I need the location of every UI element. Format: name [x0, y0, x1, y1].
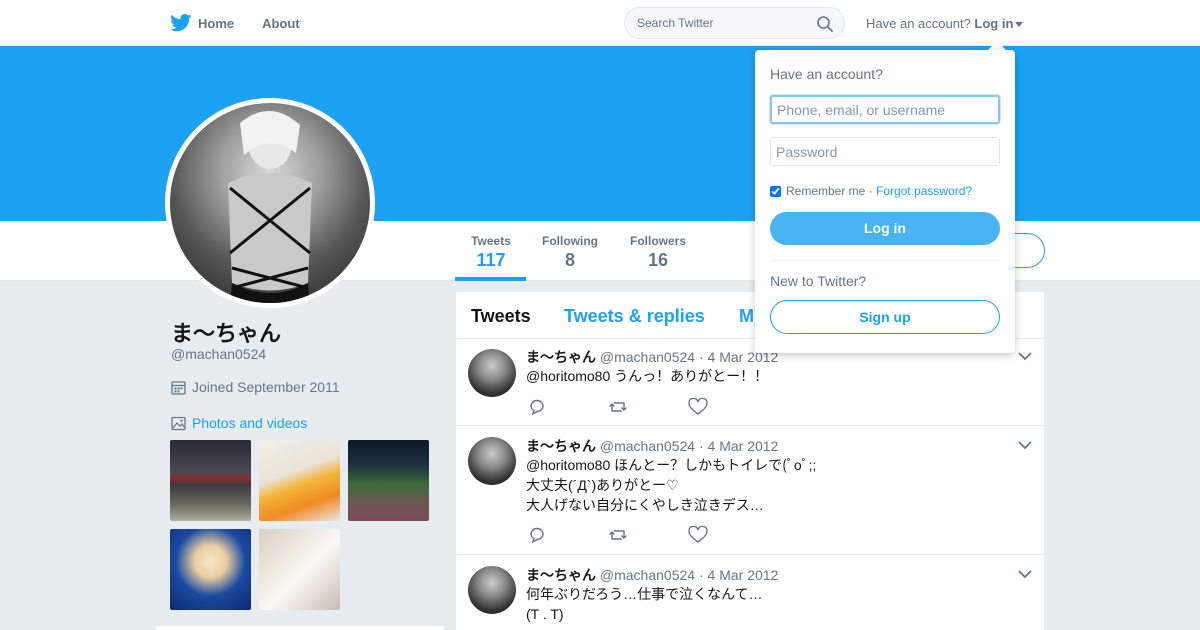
tweet-author-handle[interactable]: @machan0524: [600, 438, 695, 454]
like-icon[interactable]: [688, 526, 768, 544]
dropdown-divider: [770, 260, 1000, 261]
login-dropdown-title: Have an account?: [770, 66, 883, 82]
twitter-bird-icon[interactable]: [170, 14, 192, 32]
profile-name[interactable]: ま〜ちゃん: [171, 316, 281, 348]
photo-thumbnail[interactable]: [259, 529, 340, 610]
photo-thumbnail[interactable]: [170, 529, 251, 610]
login-dropdown-toggle[interactable]: Log in: [974, 16, 1024, 31]
profile-handle[interactable]: @machan0524: [171, 346, 266, 362]
account-prompt-text: Have an account?: [866, 16, 971, 31]
tweet-text: 何年ぶりだろう…仕事で泣くなんて… (T . T): [526, 586, 763, 622]
photo-thumbnail[interactable]: [259, 440, 340, 521]
chevron-down-icon[interactable]: [1018, 351, 1032, 361]
tweet-actions: [528, 398, 768, 416]
active-stat-indicator: [455, 277, 526, 281]
tweet-date[interactable]: 4 Mar 2012: [708, 567, 779, 583]
tab-tweets-and-replies[interactable]: Tweets & replies: [564, 306, 705, 327]
search-box[interactable]: [624, 7, 845, 39]
reply-icon[interactable]: [528, 398, 608, 416]
tweet-author-handle[interactable]: @machan0524: [600, 567, 695, 583]
tweet-header: ま〜ちゃん @machan0524 · 4 Mar 2012: [526, 436, 778, 456]
stat-value: 8: [564, 250, 575, 270]
tweet-avatar[interactable]: [468, 566, 516, 614]
tab-tweets[interactable]: Tweets: [471, 306, 531, 327]
tweet-date[interactable]: 4 Mar 2012: [708, 438, 779, 454]
search-icon[interactable]: [816, 15, 834, 33]
tweet-avatar[interactable]: [468, 437, 516, 485]
chevron-down-icon[interactable]: [1018, 569, 1032, 579]
top-navigation-bar: Home About Have an account? Log in: [0, 0, 1200, 46]
retweet-icon[interactable]: [608, 398, 688, 416]
tweet-avatar[interactable]: [468, 349, 516, 397]
account-prompt: Have an account? Log in: [866, 16, 1024, 31]
nav-home-link[interactable]: Home: [198, 16, 234, 31]
profile-photo: [170, 103, 370, 303]
tweet-text: @horitomo80 うんっ！ありがとー！！: [526, 368, 769, 384]
profile-avatar[interactable]: [165, 98, 375, 308]
joined-text: Joined September 2011: [192, 379, 340, 395]
tweet-actions: [528, 526, 768, 544]
stat-following[interactable]: Following 8: [541, 234, 599, 271]
caret-down-icon[interactable]: [1015, 22, 1024, 28]
nav-left: Home About: [170, 0, 328, 46]
search-input[interactable]: [637, 16, 807, 30]
tweet-header: ま〜ちゃん @machan0524 · 4 Mar 2012: [526, 565, 778, 585]
remember-me-label[interactable]: Remember me: [786, 184, 865, 198]
remember-me-checkbox[interactable]: [770, 185, 781, 197]
stat-tweets[interactable]: Tweets 117: [470, 234, 512, 271]
tweet-header: ま〜ちゃん @machan0524 · 4 Mar 2012: [526, 347, 778, 367]
photo-icon: [171, 416, 186, 430]
photo-thumbnail[interactable]: [170, 440, 251, 521]
sidebar-card: [156, 626, 444, 630]
reply-icon[interactable]: [528, 526, 608, 544]
stat-value: 117: [476, 250, 506, 270]
signup-button[interactable]: Sign up: [770, 300, 1000, 334]
tweet[interactable]: ま〜ちゃん @machan0524 · 4 Mar 2012 @horitomo…: [456, 426, 1044, 555]
stat-label: Following: [542, 234, 598, 248]
tweet-author-name[interactable]: ま〜ちゃん: [526, 438, 596, 454]
like-icon[interactable]: [688, 398, 768, 416]
retweet-icon[interactable]: [608, 526, 688, 544]
stat-value: 16: [647, 250, 669, 270]
new-to-twitter-text: New to Twitter?: [770, 273, 867, 289]
tweet[interactable]: ま〜ちゃん @machan0524 · 4 Mar 2012 何年ぶりだろう…仕…: [456, 555, 1044, 630]
profile-photo-figure: [228, 110, 312, 303]
tweet-author-handle[interactable]: @machan0524: [600, 349, 695, 365]
dropdown-arrow: [988, 41, 1006, 50]
password-field[interactable]: [770, 137, 1000, 166]
tweet-author-name[interactable]: ま〜ちゃん: [526, 567, 596, 583]
login-link-label[interactable]: Log in: [974, 16, 1013, 31]
tweet-author-name[interactable]: ま〜ちゃん: [526, 349, 596, 365]
stat-followers[interactable]: Followers 16: [629, 234, 687, 271]
tweet-text: @horitomo80 ほんとー？しかもトイレで(ﾟoﾟ;; 大丈夫(´Д`)あ…: [526, 457, 817, 513]
tweet-separator: ·: [698, 438, 704, 454]
remember-me-row: Remember me · Forgot password?: [770, 184, 972, 198]
photos-link-label[interactable]: Photos and videos: [192, 415, 307, 431]
remember-separator: ·: [865, 184, 877, 198]
photo-thumbnail[interactable]: [348, 440, 429, 521]
forgot-password-link[interactable]: Forgot password?: [876, 184, 972, 198]
username-field[interactable]: [770, 95, 1000, 124]
stat-label: Tweets: [471, 234, 511, 248]
joined-date: Joined September 2011: [171, 379, 340, 395]
stat-label: Followers: [629, 234, 686, 248]
photos-and-videos-link[interactable]: Photos and videos: [171, 415, 307, 431]
login-dropdown: Have an account? Remember me · Forgot pa…: [755, 50, 1015, 353]
calendar-icon: [171, 380, 186, 395]
chevron-down-icon[interactable]: [1018, 440, 1032, 450]
login-button[interactable]: Log in: [770, 212, 1000, 245]
nav-about-link[interactable]: About: [262, 16, 300, 31]
tweet-separator: ·: [698, 349, 704, 365]
tab-media[interactable]: M: [739, 306, 754, 327]
tweet-separator: ·: [698, 567, 704, 583]
